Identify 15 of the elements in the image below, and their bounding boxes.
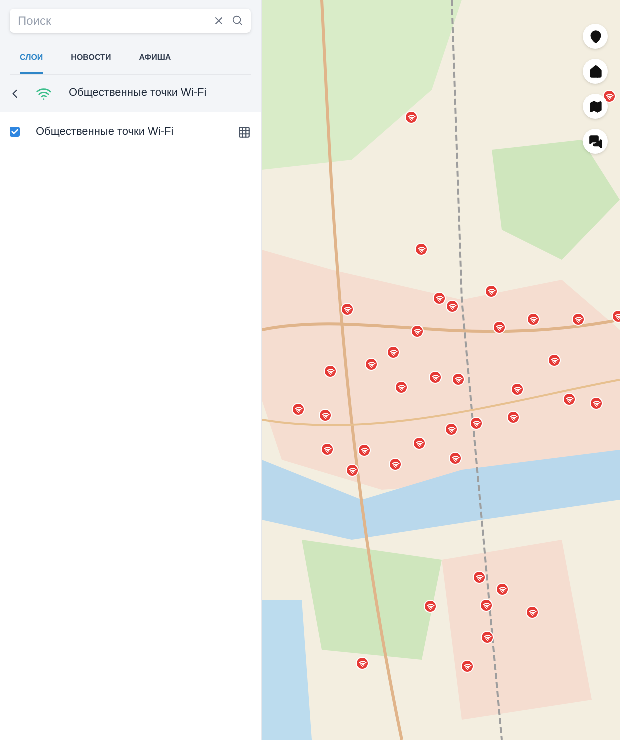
layer-label: Общественные точки Wi-Fi [36,124,175,140]
clear-icon[interactable] [213,15,225,27]
pin-icon [588,30,602,44]
home-icon [588,64,602,78]
layer-checkbox[interactable] [10,127,20,137]
wifi-icon [36,86,52,102]
chat-icon [588,134,602,148]
search-field[interactable]: Поиск [10,9,251,33]
search-icon[interactable] [232,15,243,26]
tab[interactable]: НОВОСТИ [71,46,112,74]
map-icon [588,100,602,114]
tab[interactable]: АФИША [139,46,172,74]
layer-title: Общественные точки Wi-Fi [69,86,207,102]
tab[interactable]: СЛОИ [20,46,44,74]
table-icon[interactable] [238,126,251,138]
